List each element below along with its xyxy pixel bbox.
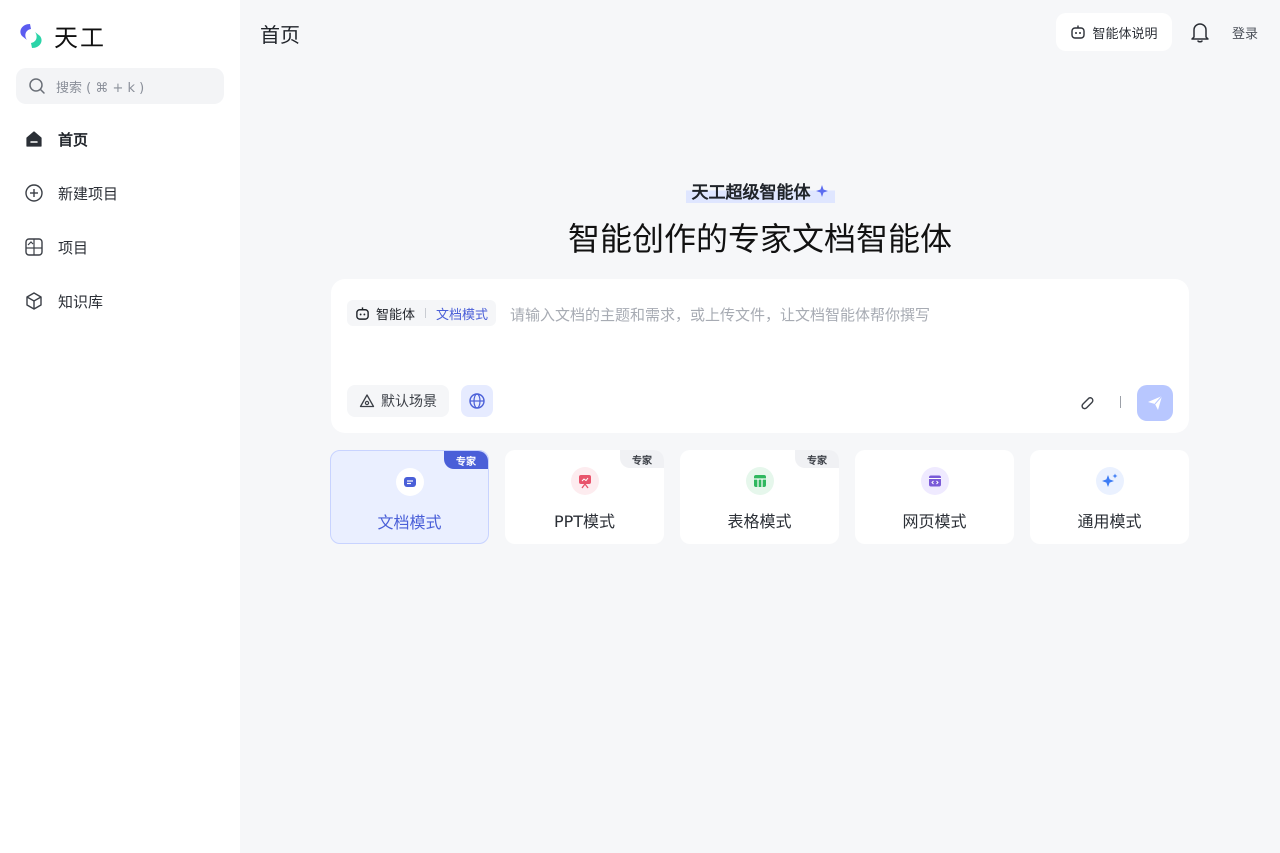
search-icon xyxy=(29,78,45,94)
logo[interactable]: 天工 xyxy=(16,18,106,53)
sidebar: 天工 搜索 ( ⌘ + k ) 首页 新建项目 项目 知识库 xyxy=(0,0,240,853)
table-icon xyxy=(745,467,774,495)
expert-tag: 专家 xyxy=(795,450,839,468)
plus-circle-icon xyxy=(24,183,44,203)
sparkles-icon xyxy=(1095,467,1124,495)
sidebar-item-label: 项目 xyxy=(58,238,89,257)
agent-mode-chip[interactable]: 智能体 文档模式 xyxy=(347,300,497,326)
project-icon xyxy=(24,237,44,257)
mode-card-sheet[interactable]: 专家 表格模式 xyxy=(680,450,839,544)
sidebar-item-new-project[interactable]: 新建项目 xyxy=(16,174,224,212)
scene-select-button[interactable]: 默认场景 xyxy=(347,385,449,417)
mode-card-label: 文档模式 xyxy=(377,513,442,532)
mode-card-label: 通用模式 xyxy=(1077,512,1142,531)
robot-icon xyxy=(356,306,369,320)
chip-divider xyxy=(425,308,427,318)
mode-card-web[interactable]: 网页模式 xyxy=(855,450,1014,544)
toolbar-divider xyxy=(1120,396,1121,408)
mode-cards: 专家 文档模式 专家 PPT模式 专家 表格模式 网页模式 通用模式 xyxy=(330,450,1190,544)
presentation-icon xyxy=(570,467,599,495)
globe-icon xyxy=(469,393,485,409)
search-input[interactable]: 搜索 ( ⌘ + k ) xyxy=(16,68,224,104)
bell-icon[interactable] xyxy=(1188,20,1212,44)
sidebar-item-label: 首页 xyxy=(58,130,89,149)
sparkle-icon xyxy=(815,184,828,197)
agent-chip-label: 智能体 xyxy=(376,307,416,323)
mode-card-label: 表格模式 xyxy=(727,512,792,531)
prompt-input[interactable]: 请输入文档的主题和需求，或上传文件，让文档智能体帮你撰写 xyxy=(510,304,930,325)
mode-card-label: 网页模式 xyxy=(902,512,967,531)
sidebar-item-projects[interactable]: 项目 xyxy=(16,228,224,266)
login-link[interactable]: 登录 xyxy=(1232,23,1258,42)
document-icon xyxy=(395,468,424,496)
hero-title: 智能创作的专家文档智能体 xyxy=(567,220,952,258)
mode-card-label: PPT模式 xyxy=(553,512,616,531)
scene-label: 默认场景 xyxy=(381,394,437,410)
send-icon xyxy=(1148,395,1163,410)
sidebar-item-home[interactable]: 首页 xyxy=(16,120,224,158)
sidebar-item-knowledge-base[interactable]: 知识库 xyxy=(16,282,224,320)
agent-info-label: 智能体说明 xyxy=(1092,26,1158,42)
sidebar-item-label: 新建项目 xyxy=(58,184,119,203)
agent-chip-mode: 文档模式 xyxy=(436,307,489,323)
send-button[interactable] xyxy=(1137,385,1173,421)
agent-info-button[interactable]: 智能体说明 xyxy=(1056,13,1172,51)
hero-badge-text: 天工超级智能体 xyxy=(691,183,811,203)
logo-mark-icon xyxy=(20,23,42,48)
expert-tag: 专家 xyxy=(444,451,488,469)
expert-tag: 专家 xyxy=(620,450,664,468)
robot-icon xyxy=(1071,25,1086,39)
page-title: 首页 xyxy=(260,23,300,47)
web-search-toggle[interactable] xyxy=(461,385,493,417)
logo-text: 天工 xyxy=(54,24,106,52)
attach-icon[interactable] xyxy=(1077,393,1097,413)
mode-card-doc[interactable]: 专家 文档模式 xyxy=(330,450,489,544)
hero-badge: 天工超级智能体 xyxy=(240,178,1280,203)
home-icon xyxy=(24,129,44,149)
search-placeholder: 搜索 ( ⌘ + k ) xyxy=(56,80,145,96)
triangle-icon xyxy=(359,394,375,408)
sidebar-nav: 首页 新建项目 项目 知识库 xyxy=(16,120,224,336)
mode-card-general[interactable]: 通用模式 xyxy=(1030,450,1189,544)
sidebar-item-label: 知识库 xyxy=(58,292,104,311)
mode-card-ppt[interactable]: 专家 PPT模式 xyxy=(505,450,664,544)
cube-icon xyxy=(24,291,44,311)
prompt-composer: 智能体 文档模式 请输入文档的主题和需求，或上传文件，让文档智能体帮你撰写 默认… xyxy=(331,279,1189,433)
webpage-icon xyxy=(920,467,949,495)
